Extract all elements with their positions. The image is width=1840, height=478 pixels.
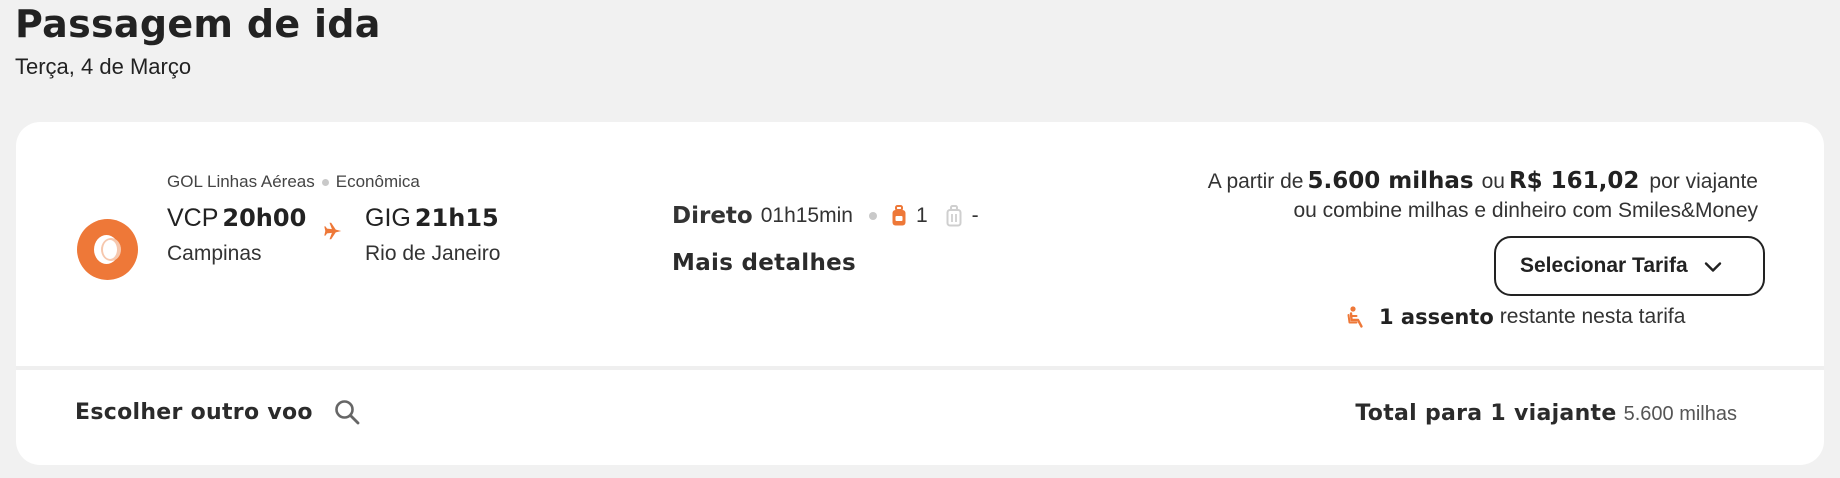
arrival-time: 21h15 xyxy=(414,204,499,232)
price-money: R$ 161,02 xyxy=(1508,168,1640,194)
separator-dot xyxy=(321,178,329,186)
card-divider xyxy=(16,366,1824,370)
price-prefix: A partir de xyxy=(1207,170,1304,193)
price-summary: A partir de 5.600 milhas ou R$ 161,02 por vi… xyxy=(1208,168,1758,194)
page-subtitle: Terça, 4 de Março xyxy=(15,54,192,79)
price-or: ou xyxy=(1481,170,1505,193)
price-miles: 5.600 milhas xyxy=(1307,168,1474,194)
total-summary: Total para 1 viajante 5.600 milhas xyxy=(1355,401,1737,426)
flight-summary: Direto 01h15min 1 - xyxy=(672,203,979,229)
seat-icon xyxy=(1347,306,1363,328)
origin-leg: VCP 20h00 Campinas xyxy=(167,202,306,266)
page-header: Passagem de ida Terça, 4 de Março xyxy=(15,0,381,80)
seats-count: 1 assento xyxy=(1379,305,1494,329)
departure-time: 20h00 xyxy=(222,204,307,232)
more-details-link[interactable]: Mais detalhes xyxy=(672,250,856,276)
checked-bag-count: - xyxy=(971,204,979,227)
search-icon xyxy=(334,400,360,425)
seats-remaining: 1 assento restante nesta tarifa xyxy=(1345,305,1685,329)
flight-card: GOL Linhas Aéreas Econômica VCP 20h00 Cam… xyxy=(16,122,1824,465)
luggage-icon xyxy=(946,205,962,227)
carry-on-count: 1 xyxy=(915,204,928,227)
separator-dot xyxy=(868,212,877,220)
airline-name: GOL Linhas Aéreas xyxy=(167,172,315,191)
seats-text: restante nesta tarifa xyxy=(1499,305,1686,328)
select-fare-label: Selecionar Tarifa xyxy=(1520,254,1688,277)
choose-other-flight-button[interactable]: Escolher outro voo xyxy=(75,398,361,426)
backpack-icon xyxy=(892,205,906,226)
select-fare-button[interactable]: Selecionar Tarifa xyxy=(1494,236,1765,296)
total-value: 5.600 milhas xyxy=(1623,403,1737,425)
flight-duration: 01h15min xyxy=(760,204,853,227)
stops-label: Direto xyxy=(672,203,753,229)
chevron-down-icon xyxy=(1704,262,1722,272)
airline-info: GOL Linhas Aéreas Econômica xyxy=(167,172,420,192)
airline-logo xyxy=(77,219,138,280)
choose-other-flight-label: Escolher outro voo xyxy=(75,399,313,425)
origin-city: Campinas xyxy=(167,242,262,265)
destination-code: GIG xyxy=(365,204,411,232)
destination-city: Rio de Janeiro xyxy=(365,242,501,265)
cabin-class: Econômica xyxy=(335,172,420,191)
destination-leg: GIG 21h15 Rio de Janeiro xyxy=(365,202,500,266)
combine-payment-text: ou combine milhas e dinheiro com Smiles&… xyxy=(1293,199,1758,222)
plane-icon xyxy=(324,222,342,240)
page-title: Passagem de ida xyxy=(15,2,381,46)
origin-code: VCP xyxy=(167,204,219,232)
total-label: Total para 1 viajante xyxy=(1355,401,1617,426)
price-suffix: por viajante xyxy=(1649,170,1758,193)
